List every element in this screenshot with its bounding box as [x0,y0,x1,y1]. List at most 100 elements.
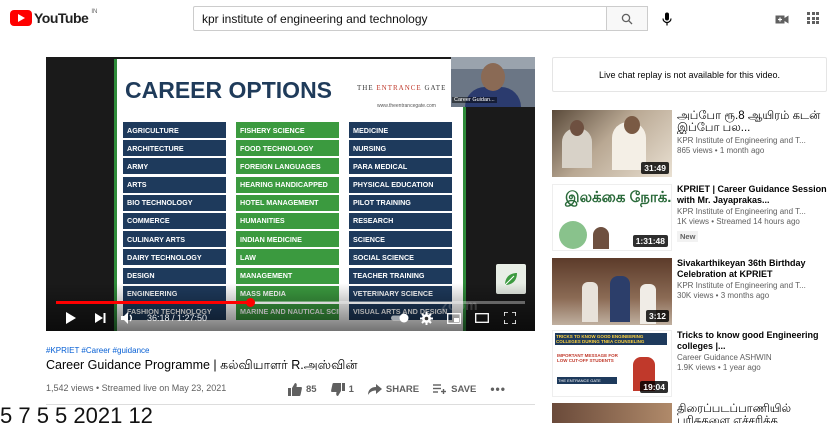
recommendation-channel[interactable]: KPR Institute of Engineering and T... [677,207,827,216]
video-actions: 85 1 SHARE SAVE ••• [288,378,520,400]
career-option: PHYSICAL EDUCATION [349,176,452,193]
autoplay-toggle[interactable] [391,310,409,326]
video-thumbnail[interactable]: 31:49 [552,110,672,177]
recommendation-title[interactable]: Sivakarthikeyan 36th Birthday Celebratio… [677,258,827,279]
recommendation-title[interactable]: Tricks to know good Engineering colleges… [677,330,827,351]
career-option: FOOD TECHNOLOGY [236,140,339,157]
dislike-button[interactable]: 1 [330,382,354,396]
voice-search-button[interactable] [656,8,678,30]
volume-button[interactable] [120,310,136,326]
search-button[interactable] [606,6,648,31]
dislike-count: 1 [348,383,354,395]
recommendation-title[interactable]: அப்போ ரூ.8 ஆயிரம் கடன் இப்போ பல... [677,110,827,134]
video-thumbnail[interactable]: இலக்கை நோக்... 1:31:48 [552,184,672,251]
recommendation-info: Sivakarthikeyan 36th Birthday Celebratio… [677,258,827,300]
search-icon [621,13,633,24]
brand-post: GATE [421,84,447,92]
share-button[interactable]: SHARE [367,383,420,395]
theater-mode-icon [475,313,489,323]
youtube-logo[interactable]: YouTube IN [10,9,98,26]
logo-region: IN [91,9,98,15]
next-button[interactable] [92,310,108,326]
play-button[interactable] [62,310,78,326]
recommendation-item[interactable]: TRICKS TO KNOW GOOD ENGINEERING COLLEGES… [552,330,827,400]
video-duration: 3:12 [645,310,669,322]
recommendation-views: 30K views • 3 months ago [677,291,770,300]
career-option: FOREIGN LANGUAGES [236,158,339,175]
fullscreen-icon [504,312,516,324]
video-hashtags[interactable]: #KPRIET #Career #guidance [46,346,149,355]
video-thumbnail[interactable] [552,403,672,423]
share-label: SHARE [385,383,420,395]
more-actions-button[interactable]: ••• [490,382,506,396]
new-badge: New [677,231,699,242]
gear-icon [419,311,433,325]
video-title: Career Guidance Programme | கல்வியாளர் R… [46,358,358,372]
miniplayer-button[interactable] [446,310,462,326]
play-icon [65,312,76,324]
career-option: PILOT TRAINING [349,194,452,211]
create-video-icon [775,15,789,24]
recommendation-channel[interactable]: Career Guidance ASHWIN [677,353,827,362]
settings-button[interactable] [418,310,434,326]
thumbnail-line-1: TRICKS TO KNOW GOOD ENGINEERING COLLEGES… [555,333,667,345]
video-meta: 1,542 views • Streamed live on May 23, 2… [46,383,227,393]
recommendation-info: Tricks to know good Engineering colleges… [677,330,827,372]
recommendation-item[interactable]: இலக்கை நோக்... 1:31:48 KPRIET | Career G… [552,184,827,254]
career-option: DAIRY TECHNOLOGY [123,249,226,266]
recommendation-views: 1K views • Streamed 14 hours ago [677,217,800,226]
theater-button[interactable] [474,310,490,326]
career-option: SOCIAL SCIENCE [349,249,452,266]
share-icon [367,383,382,395]
autoplay-toggle-icon [391,313,409,323]
live-chat-notice: Live chat replay is not available for th… [552,57,827,92]
video-thumbnail[interactable]: TRICKS TO KNOW GOOD ENGINEERING COLLEGES… [552,330,672,397]
recommendation-channel[interactable]: KPR Institute of Engineering and T... [677,136,827,145]
career-option: TEACHER TRAINING [349,267,452,284]
slide-url: www.theentrancegate.com [377,103,436,109]
recommendation-channel[interactable]: KPR Institute of Engineering and T... [677,281,827,290]
career-option: CULINARY ARTS [123,231,226,248]
volume-icon [121,312,132,324]
progress-bar[interactable] [56,298,525,307]
career-option: HEARING HANDICAPPED [236,176,339,193]
recommendation-item[interactable]: திரைப்படப்பாணியில் பரிசுகளை எச்சரிக்க [552,403,827,423]
recommendation-info: திரைப்படப்பாணியில் பரிசுகளை எச்சரிக்க [677,403,827,423]
youtube-play-icon [10,10,32,26]
recommendation-item[interactable]: 31:49 அப்போ ரூ.8 ஆயிரம் கடன் இப்போ பல...… [552,110,827,180]
career-option: BIO TECHNOLOGY [123,194,226,211]
career-option: FISHERY SCIENCE [236,122,339,138]
career-option: SCIENCE [349,231,452,248]
recommendation-title[interactable]: KPRIET | Career Guidance Session with Mr… [677,184,827,205]
career-option: ARMY [123,158,226,175]
career-option: HOTEL MANAGEMENT [236,194,339,211]
masthead: YouTube IN [0,0,828,40]
player-controls: 36:18 / 1:27:50 [46,307,535,329]
fullscreen-button[interactable] [502,310,518,326]
recommendation-views: 1.9K views • 1 year ago [677,363,761,372]
like-count: 85 [306,383,317,395]
mic-icon [662,12,672,26]
search-box[interactable] [193,6,607,31]
career-option: DESIGN [123,267,226,284]
career-option: HUMANITIES [236,212,339,229]
time-display: 36:18 / 1:27:50 [147,313,208,323]
career-option: ARCHITECTURE [123,140,226,157]
video-thumbnail[interactable]: 3:12 [552,258,672,325]
recommendation-info: அப்போ ரூ.8 ஆயிரம் கடன் இப்போ பல... KPR I… [677,110,827,155]
save-button[interactable]: SAVE [433,384,476,395]
search-input[interactable] [194,7,606,30]
thumbnail-line-3: THE ENTRANCE GATE [557,377,617,384]
create-video-button[interactable] [775,12,789,30]
apps-icon[interactable] [807,12,819,24]
scrubber-handle[interactable] [245,298,255,307]
recommendation-title[interactable]: திரைப்படப்பாணியில் பரிசுகளை எச்சரிக்க [677,403,827,423]
like-button[interactable]: 85 [288,382,317,396]
video-player[interactable]: CAREER OPTIONS THE ENTRANCE GATE www.the… [46,57,535,331]
recommendation-item[interactable]: 3:12 Sivakarthikeyan 36th Birthday Celeb… [552,258,827,328]
video-duration: 1:31:48 [632,235,668,247]
slide-brand: THE ENTRANCE GATE [357,84,446,92]
career-option: NURSING [349,140,452,157]
thumbs-down-icon [330,382,345,396]
webcam-label: Career Guidan... [452,97,497,103]
